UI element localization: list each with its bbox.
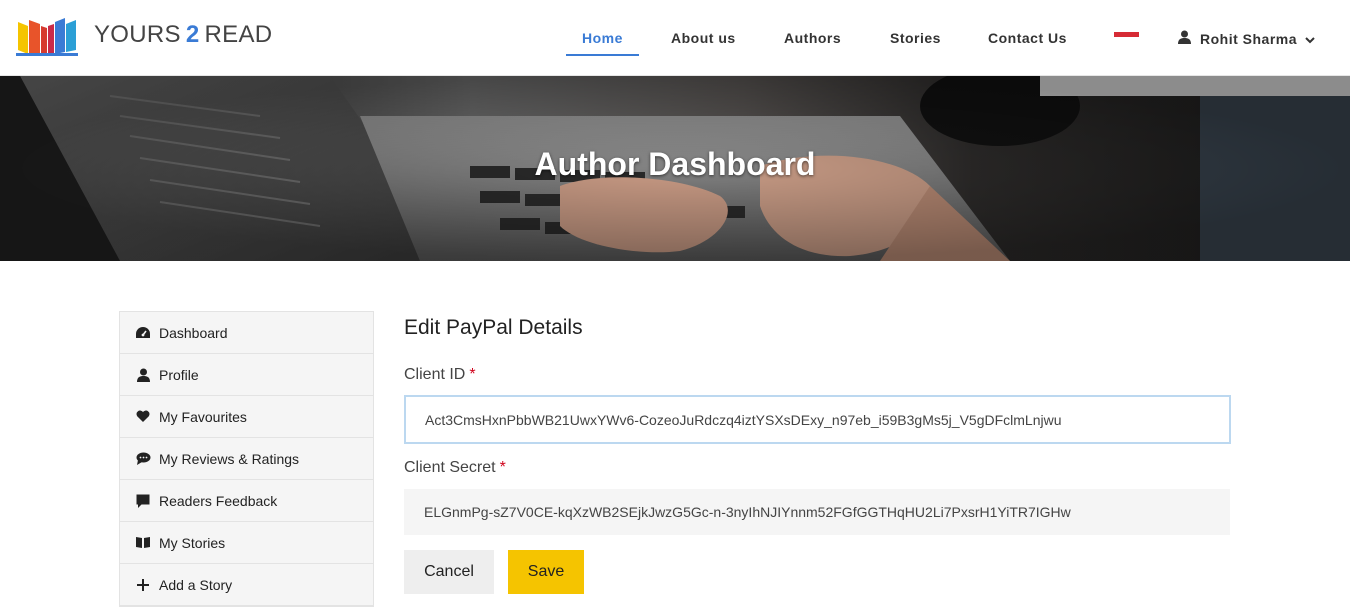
sidebar-item-profile[interactable]: Profile (120, 354, 373, 396)
active-nav-underline (566, 54, 639, 56)
save-button[interactable]: Save (508, 550, 584, 594)
sidebar-item-readers-feedback[interactable]: Readers Feedback (120, 480, 373, 522)
sidebar-item-label: Add a Story (159, 576, 233, 593)
books-logo-icon (16, 18, 78, 56)
client-secret-label-text: Client Secret (404, 459, 496, 476)
nav-contact-us[interactable]: Contact Us (988, 30, 1067, 46)
brand-name: YOURS 2 READ (94, 21, 272, 49)
brand-name-part1: YOURS (94, 21, 181, 48)
sidebar-item-dashboard[interactable]: Dashboard (120, 312, 373, 354)
sidebar-item-my-stories[interactable]: My Stories (120, 522, 373, 564)
sidebar-item-label: My Stories (159, 534, 226, 551)
site-logo[interactable]: YOURS 2 READ (16, 14, 272, 56)
sidebar-item-label: Readers Feedback (159, 492, 278, 509)
nav-authors[interactable]: Authors (784, 30, 841, 46)
brand-name-part2: 2 (185, 21, 200, 48)
nav-home[interactable]: Home (582, 30, 623, 46)
user-icon (1178, 30, 1191, 47)
client-id-label-text: Client ID (404, 366, 466, 383)
client-id-value: Act3CmsHxnPbbWB21UwxYWv6-CozeoJuRdczq4iz… (425, 411, 1062, 428)
sidebar-item-my-favourites[interactable]: My Favourites (120, 396, 373, 438)
client-secret-value: ELGnmPg-sZ7V0CE-kqXzWB2SEjkJwzG5Gc-n-3ny… (424, 504, 1071, 520)
sidebar-item-my-reviews[interactable]: My Reviews & Ratings (120, 438, 373, 480)
required-marker: * (499, 459, 506, 476)
nav-about-us[interactable]: About us (671, 30, 736, 46)
client-secret-input[interactable]: ELGnmPg-sZ7V0CE-kqXzWB2SEjkJwzG5Gc-n-3ny… (404, 489, 1230, 535)
comment-icon (135, 451, 151, 467)
form-title: Edit PayPal Details (404, 316, 583, 339)
client-id-input[interactable]: Act3CmsHxnPbbWB21UwxYWv6-CozeoJuRdczq4iz… (404, 395, 1231, 444)
nav-stories[interactable]: Stories (890, 30, 941, 46)
hero-title: Author Dashboard (534, 146, 816, 182)
sidebar-item-label: Dashboard (159, 324, 228, 341)
user-name: Rohit Sharma (1200, 30, 1298, 47)
dashboard-sidebar: Dashboard Profile My Favourites My Revie… (119, 311, 374, 607)
book-icon (135, 535, 151, 551)
dashboard-icon (135, 325, 151, 341)
plus-icon (135, 577, 151, 593)
client-id-label: Client ID * (404, 366, 476, 384)
user-menu[interactable]: Rohit Sharma (1178, 30, 1315, 47)
client-secret-label: Client Secret * (404, 459, 506, 477)
cancel-button[interactable]: Cancel (404, 550, 494, 594)
hero-banner: Author Dashboard (0, 76, 1350, 261)
site-header: YOURS 2 READ Home About us Authors Stories… (0, 0, 1350, 76)
language-flag-icon[interactable] (1114, 32, 1139, 42)
sidebar-item-label: My Favourites (159, 408, 247, 425)
brand-name-part3: READ (204, 21, 273, 48)
sidebar-item-label: Profile (159, 366, 199, 383)
user-icon (135, 367, 151, 383)
message-icon (135, 493, 151, 509)
sidebar-item-add-a-story[interactable]: Add a Story (120, 564, 373, 606)
chevron-down-icon (1305, 31, 1315, 47)
required-marker: * (469, 366, 476, 383)
sidebar-item-label: My Reviews & Ratings (159, 450, 300, 467)
heart-icon (135, 409, 151, 425)
